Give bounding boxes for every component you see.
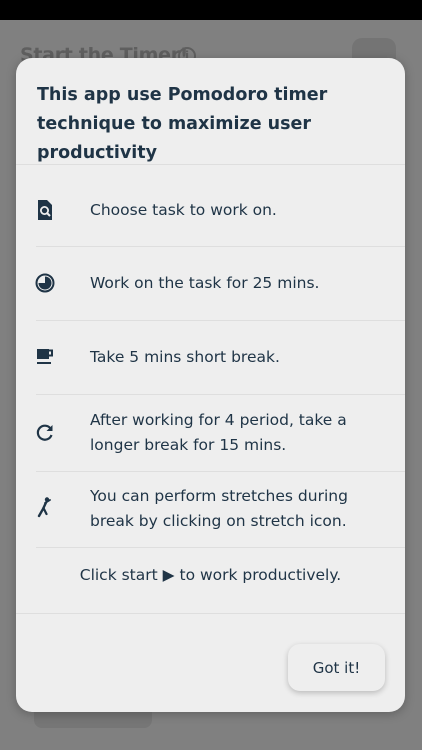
list-item: After working for 4 period, take a longe… [16,395,405,471]
list-item-text: After working for 4 period, take a longe… [90,411,347,454]
divider [16,613,405,614]
status-bar [0,0,422,20]
list-item: Choose task to work on. [16,165,405,246]
dialog-title: This app use Pomodoro timer technique to… [37,85,328,163]
list-item: You can perform stretches during break b… [16,472,405,547]
stretch-icon [37,497,51,518]
list-item-text: Choose task to work on. [90,201,277,219]
got-it-button[interactable]: Got it! [288,644,385,691]
list-item-text: Take 5 mins short break. [90,348,280,366]
search-document-icon [38,200,52,220]
coffee-cup-icon [37,349,53,364]
list-item: Take 5 mins short break. [16,321,405,394]
list-item-text: Work on the task for 25 mins. [90,274,320,292]
list-item-text: You can perform stretches during break b… [90,487,348,530]
list-item: Work on the task for 25 mins. [16,247,405,320]
refresh-icon [36,424,53,441]
timer-icon [35,273,55,293]
divider [36,547,405,548]
pomodoro-info-dialog: This app use Pomodoro timer technique to… [16,58,405,712]
closing-text: Click start ▶ to work productively. [79,566,342,584]
